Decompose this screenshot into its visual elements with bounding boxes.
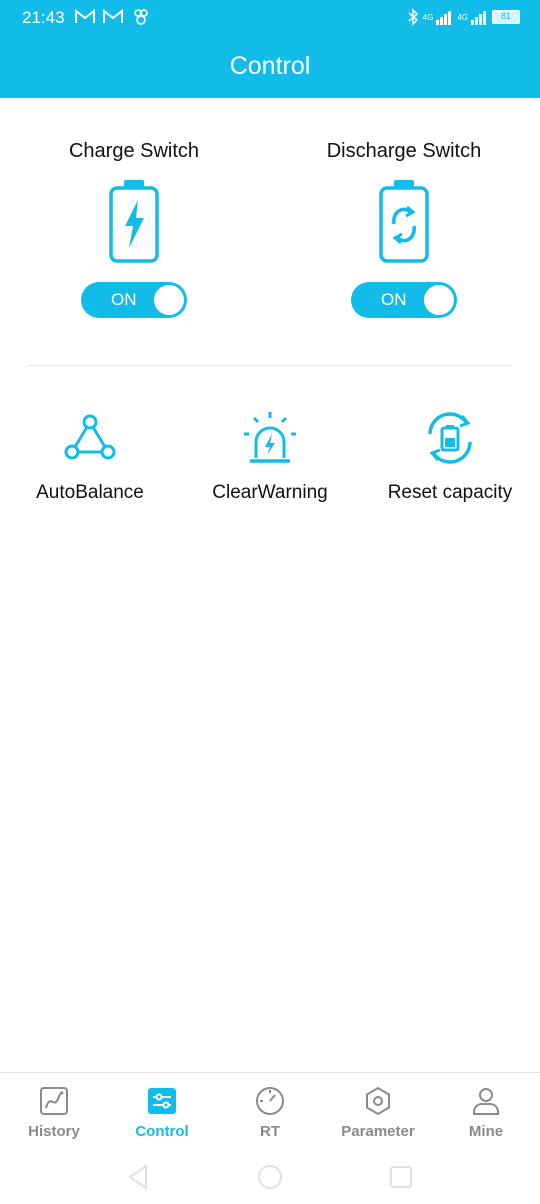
recent-apps-icon[interactable] bbox=[386, 1162, 416, 1192]
network-type-2: 4G bbox=[457, 12, 468, 22]
system-navigation-bar bbox=[0, 1152, 540, 1204]
discharge-switch-label: Discharge Switch bbox=[326, 140, 482, 162]
nav-label-parameter: Parameter bbox=[341, 1123, 415, 1140]
nav-label-mine: Mine bbox=[468, 1123, 504, 1140]
app-screen: 21:43 4G 4G 81 Control Charge Switch ON … bbox=[0, 0, 540, 1204]
reset-capacity-label: Reset capacity bbox=[387, 482, 513, 503]
battery-discharge-icon bbox=[379, 180, 429, 263]
nav-item-parameter[interactable]: Parameter bbox=[324, 1073, 432, 1152]
status-bar: 21:43 4G 4G 81 bbox=[0, 0, 540, 36]
clear-warning-button[interactable]: ClearWarning bbox=[185, 408, 355, 504]
chart-line-icon bbox=[40, 1087, 68, 1115]
alarm-light-icon bbox=[244, 412, 296, 463]
user-icon bbox=[473, 1088, 499, 1115]
status-notification-icons bbox=[74, 8, 152, 26]
sliders-icon bbox=[148, 1088, 176, 1114]
page-title: Control bbox=[229, 52, 311, 80]
signal-4g-icon bbox=[436, 11, 452, 25]
nav-item-control[interactable]: Control bbox=[108, 1073, 216, 1152]
nav-label-control: Control bbox=[135, 1123, 189, 1140]
discharge-switch-card: Discharge Switch ON bbox=[294, 140, 514, 318]
network-type-1: 4G bbox=[422, 12, 434, 22]
reset-capacity-button[interactable]: Reset capacity bbox=[365, 408, 535, 504]
battery-charge-icon bbox=[109, 180, 159, 263]
charge-switch-toggle[interactable]: ON bbox=[81, 282, 187, 318]
nav-item-rt[interactable]: RT bbox=[216, 1073, 324, 1152]
section-divider bbox=[28, 365, 512, 366]
status-system-icons: 4G 4G 81 bbox=[407, 8, 520, 26]
nav-label-rt: RT bbox=[260, 1123, 280, 1140]
battery-icon: 81 bbox=[492, 10, 520, 24]
toggle-knob bbox=[424, 285, 454, 315]
discharge-switch-state: ON bbox=[381, 290, 407, 309]
header-bar: 21:43 4G 4G 81 Control bbox=[0, 0, 540, 98]
gauge-icon bbox=[256, 1087, 284, 1115]
status-time: 21:43 bbox=[22, 8, 65, 27]
discharge-switch-toggle[interactable]: ON bbox=[351, 282, 457, 318]
clear-warning-label: ClearWarning bbox=[212, 482, 328, 503]
hexagon-settings-icon bbox=[366, 1086, 390, 1116]
charge-switch-label: Charge Switch bbox=[68, 140, 200, 162]
nav-label-history: History bbox=[28, 1123, 80, 1140]
nav-item-history[interactable]: History bbox=[0, 1073, 108, 1152]
bluetooth-icon bbox=[408, 8, 418, 26]
gmail-icon bbox=[103, 8, 123, 23]
home-icon[interactable] bbox=[255, 1162, 285, 1192]
charge-switch-state: ON bbox=[111, 290, 137, 309]
charge-switch-card: Charge Switch ON bbox=[24, 140, 244, 318]
bottom-navigation: History Control RT Parameter Mine bbox=[0, 1072, 540, 1152]
auto-balance-label: AutoBalance bbox=[36, 482, 144, 503]
app-notification-icon bbox=[134, 9, 148, 25]
toggle-knob bbox=[154, 285, 184, 315]
auto-balance-button[interactable]: AutoBalance bbox=[5, 408, 175, 504]
balance-triangle-icon bbox=[64, 414, 116, 460]
nav-item-mine[interactable]: Mine bbox=[432, 1073, 540, 1152]
gmail-icon bbox=[75, 8, 95, 23]
signal-4g-icon bbox=[471, 11, 486, 25]
back-icon[interactable] bbox=[124, 1162, 154, 1192]
reset-battery-icon bbox=[428, 412, 472, 464]
